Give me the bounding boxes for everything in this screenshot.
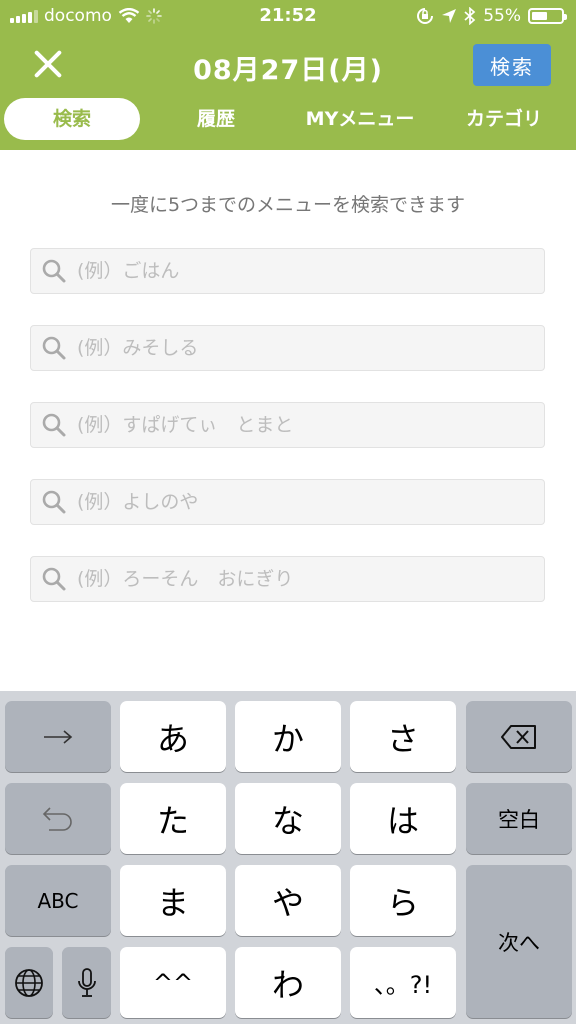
tab-search[interactable]: 検索 <box>4 98 140 140</box>
search-icon <box>42 259 66 283</box>
keyboard: あ か さ た な は 空白 ABC ま や ら 次へ ^^ わ 、。?! <box>0 691 576 1024</box>
key-a[interactable]: あ <box>120 701 226 772</box>
location-arrow-icon <box>442 9 457 23</box>
search-field-2[interactable] <box>30 325 545 371</box>
search-field-4[interactable] <box>30 479 545 525</box>
undo-icon <box>42 806 72 831</box>
search-input-4[interactable] <box>75 490 544 514</box>
key-wa[interactable]: わ <box>235 947 341 1018</box>
app-header: docomo 21:52 55% 08月27日(月) 検索 検索 履歴 MYメニ… <box>0 0 576 150</box>
tab-category[interactable]: カテゴリ <box>448 98 560 140</box>
key-space[interactable]: 空白 <box>466 783 572 854</box>
status-bar: docomo 21:52 55% <box>0 0 576 32</box>
key-undo[interactable] <box>5 783 111 854</box>
search-icon <box>42 413 66 437</box>
key-ya[interactable]: や <box>235 865 341 936</box>
key-ma[interactable]: ま <box>120 865 226 936</box>
search-field-5[interactable] <box>30 556 545 602</box>
key-sa[interactable]: さ <box>350 701 456 772</box>
right-arrow-icon <box>44 729 73 744</box>
search-icon <box>42 490 66 514</box>
globe-icon <box>15 968 43 997</box>
tab-bar: 検索 履歴 MYメニュー カテゴリ <box>0 98 576 142</box>
key-abc[interactable]: ABC <box>5 865 111 936</box>
key-emoticon[interactable]: ^^ <box>120 947 226 1018</box>
search-input-3[interactable] <box>75 413 544 437</box>
bluetooth-icon <box>464 7 476 25</box>
search-icon <box>42 567 66 591</box>
search-input-2[interactable] <box>75 336 544 360</box>
key-ta[interactable]: た <box>120 783 226 854</box>
key-globe[interactable] <box>5 947 53 1018</box>
battery-icon <box>528 8 567 24</box>
search-input-5[interactable] <box>75 567 544 591</box>
tab-my-menu[interactable]: MYメニュー <box>290 98 430 140</box>
tab-history[interactable]: 履歴 <box>160 98 272 140</box>
search-input-1[interactable] <box>75 259 544 283</box>
search-field-1[interactable] <box>30 248 545 294</box>
search-icon <box>42 336 66 360</box>
key-ra[interactable]: ら <box>350 865 456 936</box>
search-button[interactable]: 検索 <box>473 44 551 86</box>
key-ha[interactable]: は <box>350 783 456 854</box>
key-punctuation[interactable]: 、。?! <box>350 947 456 1018</box>
key-ka[interactable]: か <box>235 701 341 772</box>
key-na[interactable]: な <box>235 783 341 854</box>
key-next[interactable]: 次へ <box>466 865 572 1018</box>
microphone-icon <box>77 967 96 997</box>
search-hint: 一度に5つまでのメニューを検索できます <box>110 194 466 216</box>
key-mic[interactable] <box>62 947 111 1018</box>
orientation-lock-icon <box>417 8 434 24</box>
key-backspace[interactable] <box>466 701 572 772</box>
battery-percent: 55% <box>483 6 521 26</box>
search-field-3[interactable] <box>30 402 545 448</box>
backspace-icon <box>501 724 536 749</box>
key-arrow[interactable] <box>5 701 111 772</box>
